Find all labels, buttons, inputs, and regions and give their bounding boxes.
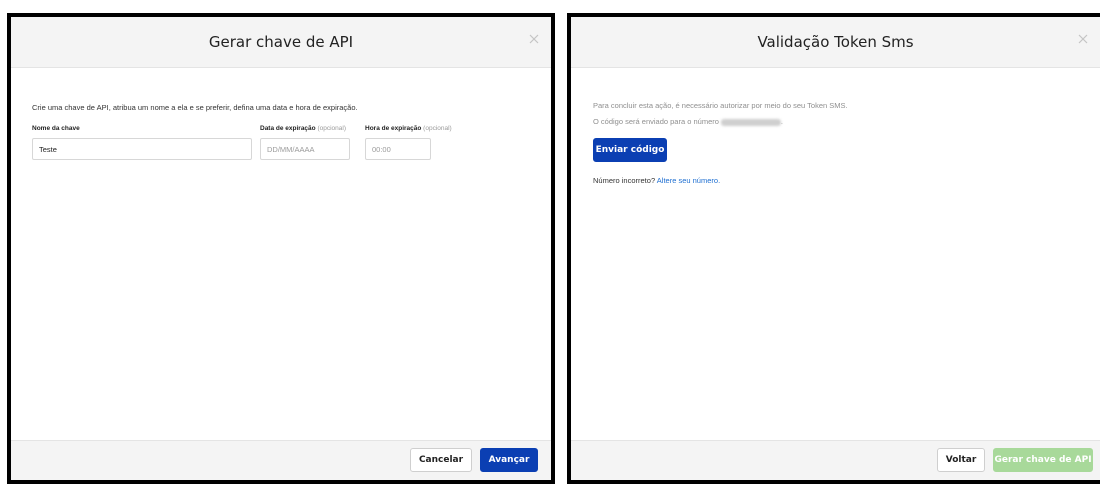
modal-body: Para concluir esta ação, é necessário au… bbox=[571, 68, 1100, 440]
cancel-button[interactable]: Cancelar bbox=[410, 448, 472, 472]
sms-destination-prefix: O código será enviado para o número bbox=[593, 117, 719, 126]
next-button[interactable]: Avançar bbox=[480, 448, 538, 472]
modal-footer: Cancelar Avançar bbox=[11, 440, 551, 480]
back-button[interactable]: Voltar bbox=[937, 448, 985, 472]
key-name-label: Nome da chave bbox=[32, 125, 80, 132]
expiration-date-optional: (opcional) bbox=[317, 125, 346, 132]
generate-api-key-modal: Gerar chave de API Crie uma chave de API… bbox=[7, 13, 555, 484]
modal-title: Gerar chave de API bbox=[208, 33, 354, 51]
wrong-number-text: Número incorreto? Altere seu número. bbox=[593, 176, 720, 185]
modal-footer: Voltar Gerar chave de API bbox=[571, 440, 1100, 480]
description-text: Crie uma chave de API, atribua um nome a… bbox=[32, 103, 358, 112]
change-number-link[interactable]: Altere seu número. bbox=[657, 176, 720, 185]
screen: Gerar chave de API Crie uma chave de API… bbox=[0, 0, 1100, 484]
wrong-number-question: Número incorreto? bbox=[593, 176, 656, 185]
masked-phone-number bbox=[720, 118, 781, 126]
close-icon[interactable] bbox=[1076, 32, 1090, 46]
modal-title: Validação Token Sms bbox=[757, 33, 914, 51]
key-name-input[interactable] bbox=[32, 138, 252, 160]
sms-token-validation-modal: Validação Token Sms Para concluir esta a… bbox=[567, 13, 1100, 484]
expiration-time-label: Hora de expiração (opcional) bbox=[365, 125, 452, 132]
send-code-button[interactable]: Enviar código bbox=[593, 138, 667, 162]
expiration-time-input[interactable] bbox=[365, 138, 431, 160]
expiration-time-optional: (opcional) bbox=[423, 125, 452, 132]
generate-api-key-button[interactable]: Gerar chave de API bbox=[993, 448, 1093, 472]
expiration-date-label: Data de expiração (opcional) bbox=[260, 125, 346, 132]
expiration-date-input[interactable] bbox=[260, 138, 350, 160]
close-icon[interactable] bbox=[527, 32, 541, 46]
expiration-date-label-text: Data de expiração bbox=[260, 125, 316, 132]
modal-header: Gerar chave de API bbox=[11, 17, 551, 68]
modal-header: Validação Token Sms bbox=[571, 17, 1100, 68]
sms-destination-text: O código será enviado para o número. bbox=[593, 117, 783, 126]
modal-body: Crie uma chave de API, atribua um nome a… bbox=[11, 68, 551, 440]
sms-destination-suffix: . bbox=[780, 117, 784, 126]
authorization-text: Para concluir esta ação, é necessário au… bbox=[593, 101, 848, 110]
expiration-time-label-text: Hora de expiração bbox=[365, 125, 422, 132]
